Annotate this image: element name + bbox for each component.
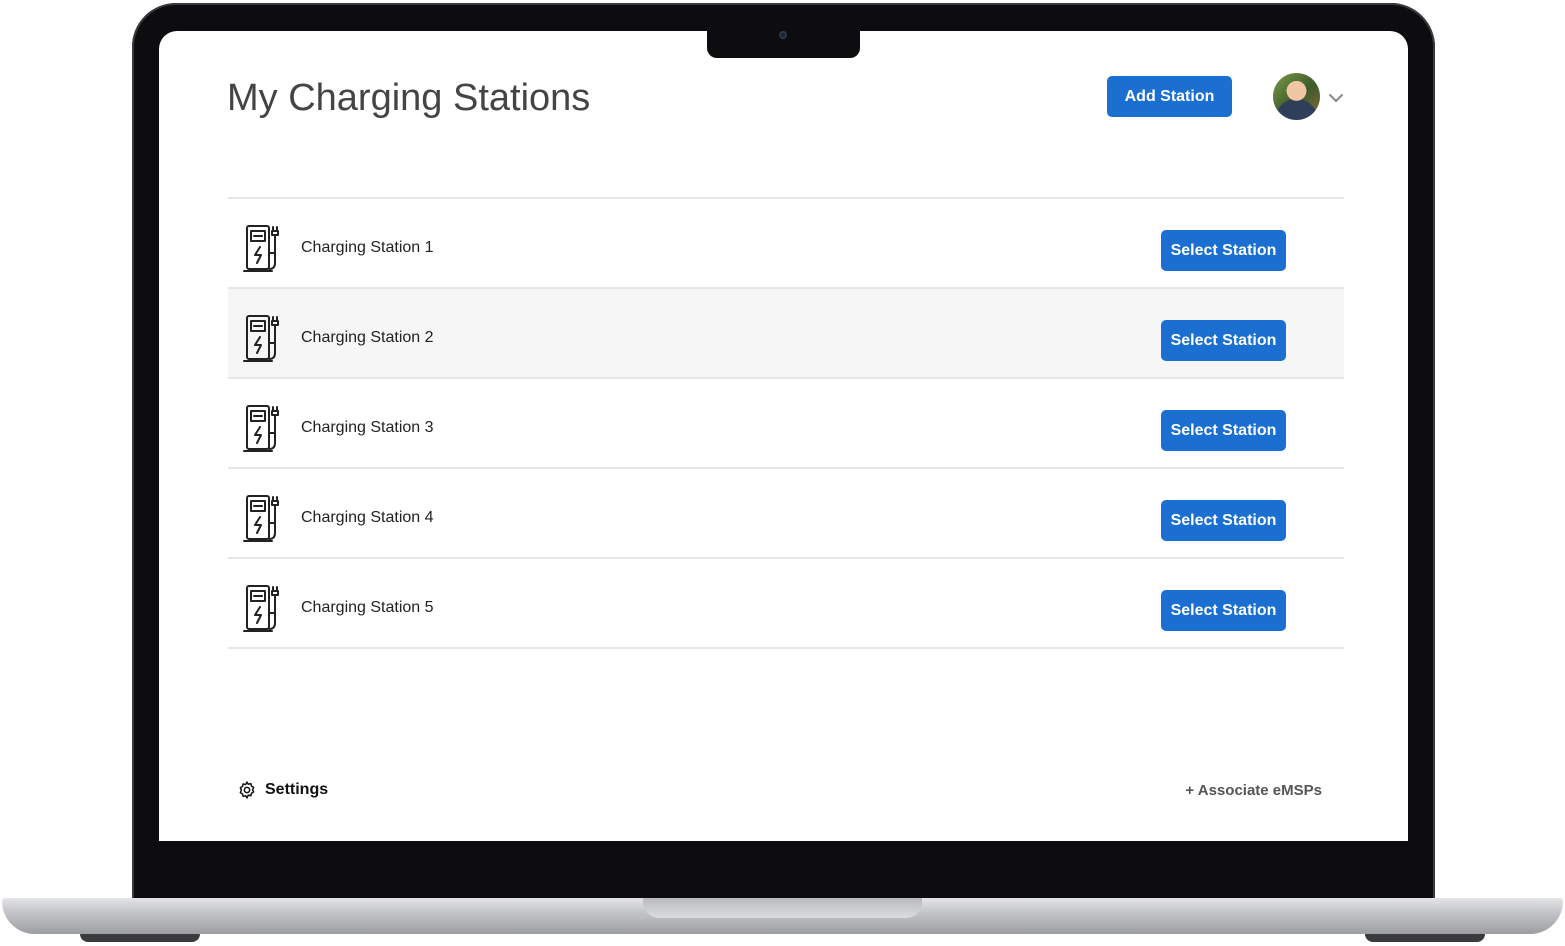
station-list: Charging Station 1 Select Station Chargi…: [228, 197, 1344, 649]
settings-link[interactable]: Settings: [237, 780, 328, 800]
ev-charger-icon: [243, 495, 279, 542]
select-station-button-4[interactable]: Select Station: [1161, 500, 1286, 541]
laptop-foot-right: [1365, 934, 1485, 942]
select-station-button-1[interactable]: Select Station: [1161, 230, 1286, 271]
associate-emsps-link[interactable]: + Associate eMSPs: [1185, 782, 1322, 799]
station-row-3: Charging Station 3 Select Station: [228, 377, 1344, 467]
user-avatar[interactable]: [1273, 73, 1320, 120]
station-row-1: Charging Station 1 Select Station: [228, 197, 1344, 287]
ev-charger-icon: [243, 585, 279, 632]
add-station-button[interactable]: Add Station: [1107, 76, 1232, 117]
select-station-button-5[interactable]: Select Station: [1161, 590, 1286, 631]
station-name: Charging Station 3: [301, 419, 434, 436]
chevron-down-icon[interactable]: [1327, 89, 1345, 107]
station-row-4: Charging Station 4 Select Station: [228, 467, 1344, 557]
settings-label: Settings: [265, 781, 329, 798]
select-station-button-3[interactable]: Select Station: [1161, 410, 1286, 451]
select-station-button-2[interactable]: Select Station: [1161, 320, 1286, 361]
gear-icon: [239, 781, 255, 799]
station-name: Charging Station 5: [301, 599, 434, 616]
station-row-2: Charging Station 2 Select Station: [228, 287, 1344, 377]
laptop-foot-left: [80, 934, 200, 942]
laptop-base-notch: [643, 898, 922, 918]
camera-icon: [779, 31, 787, 39]
ev-charger-icon: [243, 315, 279, 362]
ev-charger-icon: [243, 225, 279, 272]
camera-notch: [707, 29, 860, 58]
station-name: Charging Station 4: [301, 509, 434, 526]
ev-charger-icon: [243, 405, 279, 452]
station-name: Charging Station 1: [301, 239, 434, 256]
page-title: My Charging Stations: [227, 77, 591, 119]
app-screen: My Charging Stations Add Station Chargin…: [159, 31, 1408, 841]
station-row-5: Charging Station 5 Select Station: [228, 557, 1344, 649]
station-name: Charging Station 2: [301, 329, 434, 346]
